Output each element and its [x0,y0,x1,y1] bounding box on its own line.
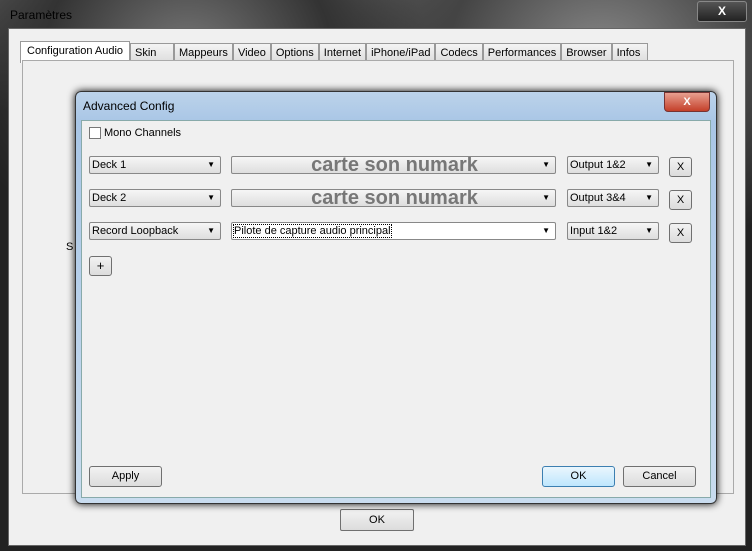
obscured-label: S [66,241,74,253]
deck-value: Deck 1 [92,159,127,171]
remove-row-button-1[interactable]: X [669,157,692,177]
device-value: carte son numark [311,189,478,207]
dropdown-arrow-icon: ▼ [207,160,215,169]
device-value: Pilote de capture audio principal [233,224,392,238]
deck-select-3[interactable]: Record Loopback ▼ [89,222,221,240]
checkbox-box[interactable] [89,127,101,139]
dropdown-arrow-icon: ▼ [542,193,550,202]
dropdown-arrow-icon: ▼ [645,160,653,169]
output-select-2[interactable]: Output 3&4 ▼ [567,189,659,207]
deck-value: Deck 2 [92,192,127,204]
dropdown-arrow-icon: ▼ [542,226,550,235]
remove-row-button-2[interactable]: X [669,190,692,210]
mono-channels-checkbox[interactable]: Mono Channels [89,127,181,139]
device-value: carte son numark [311,156,478,174]
dialog-close-button[interactable]: X [664,92,710,112]
dropdown-arrow-icon: ▼ [542,160,550,169]
cancel-button[interactable]: Cancel [623,466,696,487]
output-value: Output 3&4 [570,192,626,204]
output-select-3[interactable]: Input 1&2 ▼ [567,222,659,240]
dropdown-arrow-icon: ▼ [207,226,215,235]
add-row-button[interactable]: + [89,256,112,276]
settings-ok-button[interactable]: OK [340,509,414,531]
output-value: Output 1&2 [570,159,626,171]
dialog-title: Advanced Config [83,99,175,113]
deck-value: Record Loopback [92,225,179,237]
advanced-config-dialog: Advanced Config X Mono Channels Deck 1 ▼ … [75,91,717,504]
output-value: Input 1&2 [570,225,618,237]
dialog-body: Mono Channels Deck 1 ▼ carte son numark ▼ … [81,120,711,498]
dropdown-arrow-icon: ▼ [645,193,653,202]
deck-select-1[interactable]: Deck 1 ▼ [89,156,221,174]
dropdown-arrow-icon: ▼ [207,193,215,202]
window-close-button[interactable]: X [697,1,747,22]
mono-channels-label: Mono Channels [104,127,182,139]
remove-row-button-3[interactable]: X [669,223,692,243]
dropdown-arrow-icon: ▼ [645,226,653,235]
device-select-1[interactable]: carte son numark ▼ [231,156,556,174]
window-title: Paramètres [10,8,73,22]
ok-button[interactable]: OK [542,466,615,487]
device-select-3[interactable]: Pilote de capture audio principal ▼ [231,222,556,240]
device-select-2[interactable]: carte son numark ▼ [231,189,556,207]
output-select-1[interactable]: Output 1&2 ▼ [567,156,659,174]
apply-button[interactable]: Apply [89,466,162,487]
deck-select-2[interactable]: Deck 2 ▼ [89,189,221,207]
